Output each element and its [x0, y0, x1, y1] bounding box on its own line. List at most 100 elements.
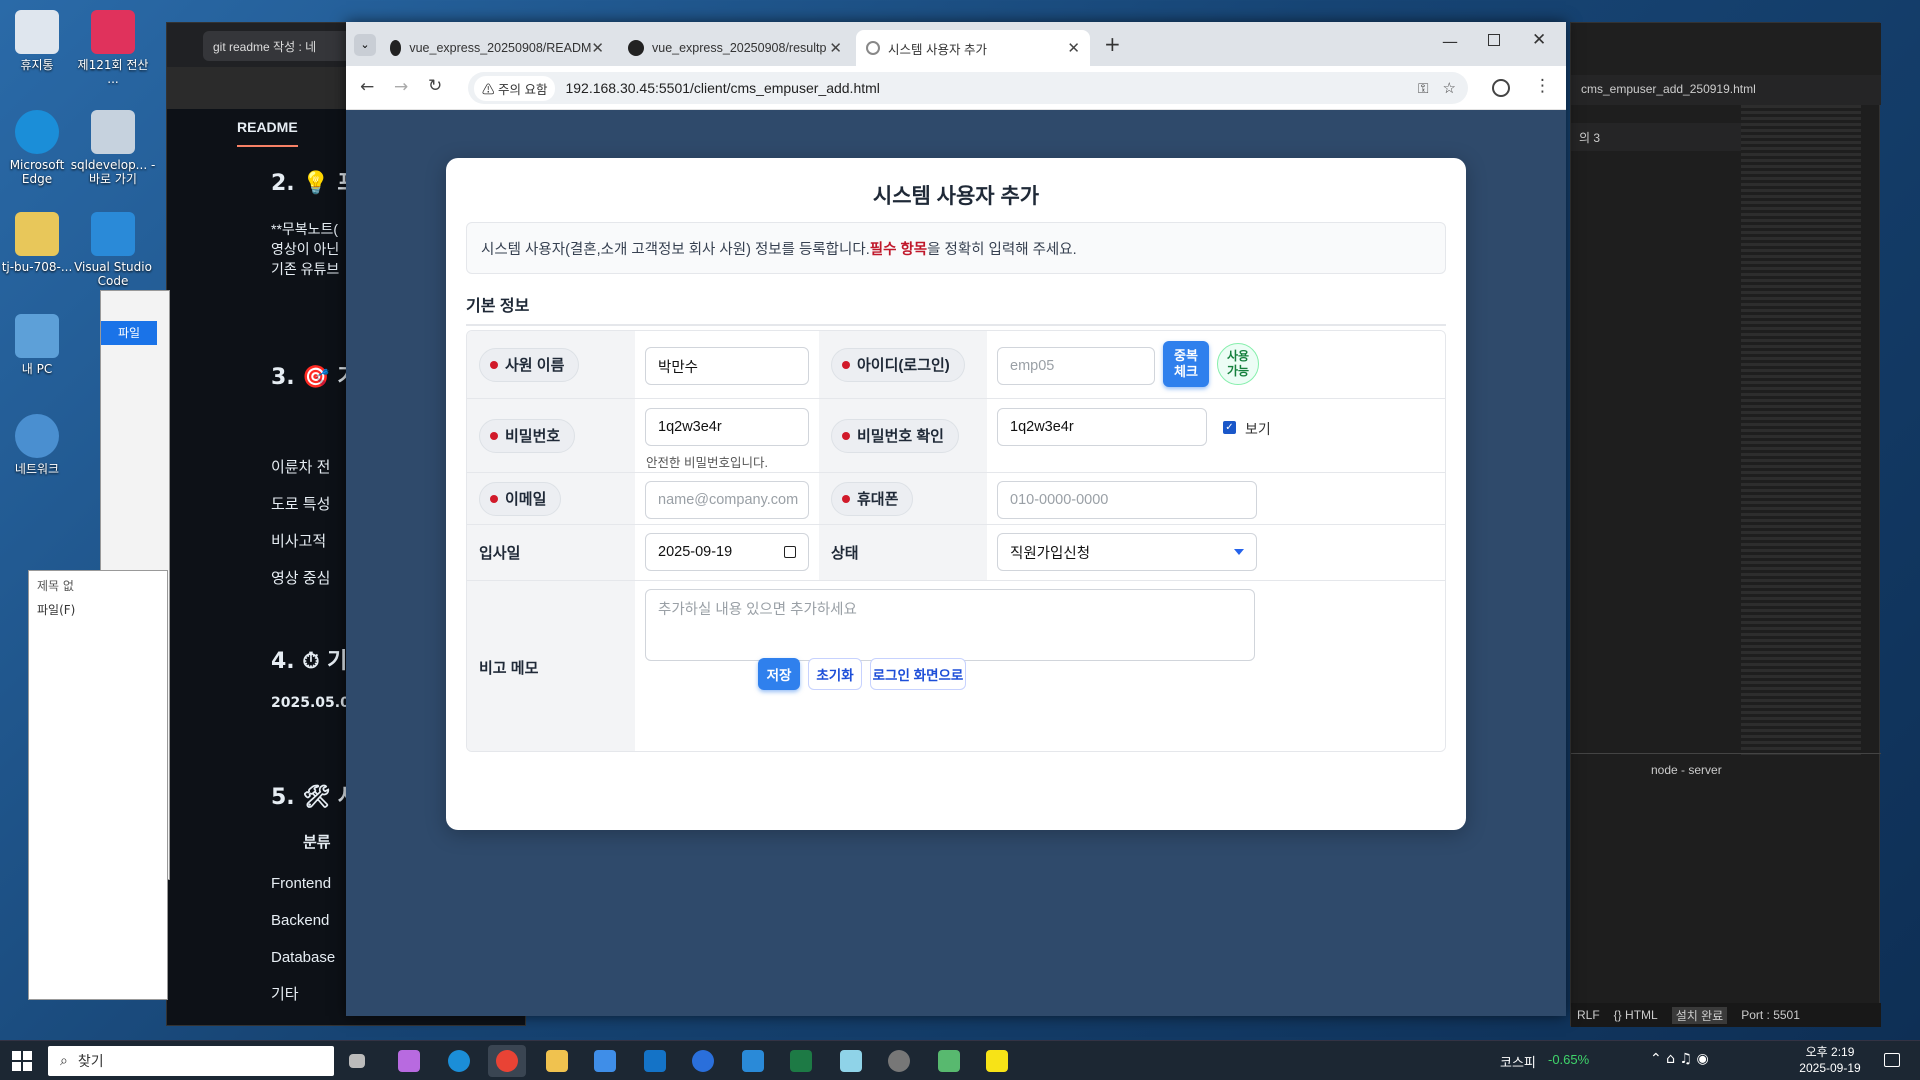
show-password-label[interactable]: 보기 — [1245, 419, 1271, 439]
vscode-file-tab[interactable]: cms_empuser_add_250919.html — [1571, 75, 1881, 105]
readme-heading-2: 2. 💡 프 — [271, 171, 358, 196]
exam-shortcut-icon[interactable]: 제121회 전산 ... — [70, 10, 156, 86]
status-label: 상태 — [819, 525, 987, 581]
required-dot — [842, 431, 850, 440]
close-icon[interactable]: ✕ — [829, 39, 842, 57]
page-viewport: 시스템 사용자 추가 시스템 사용자(결혼,소개 고객정보 회사 사원) 정보를… — [346, 110, 1566, 1016]
windows-start-icon[interactable] — [12, 1051, 32, 1071]
name-label-cell: 사원 이름 — [467, 331, 635, 399]
table-header: 분류 — [303, 833, 331, 851]
tab-system-user-add[interactable]: 시스템 사용자 추가 ✕ — [856, 30, 1090, 66]
required-pill: 이메일 — [479, 481, 562, 516]
network-icon[interactable]: 네트워크 — [0, 414, 80, 476]
readme-tab[interactable]: README — [237, 119, 298, 147]
calendar-icon[interactable] — [784, 546, 796, 558]
new-tab-icon[interactable]: + — [1104, 32, 1121, 56]
password-confirm-input[interactable]: 1q2w3e4r — [997, 408, 1207, 446]
reset-button[interactable]: 초기화 — [808, 658, 862, 690]
close-icon[interactable]: ✕ — [1067, 39, 1080, 57]
maximize-icon[interactable] — [1488, 34, 1500, 46]
taskbar-search[interactable]: ⌕ 찾기 — [48, 1046, 334, 1076]
browser-toolbar: ← → ↻ ⚠ 주의 요함 192.168.30.45:5501/client/… — [346, 66, 1566, 110]
show-password-checkbox[interactable]: ✓ — [1223, 421, 1236, 434]
chrome-taskbar-icon[interactable] — [488, 1045, 526, 1077]
minimize-icon[interactable]: — — [1442, 32, 1458, 51]
readme-table: Frontend Backend Database 기타 — [271, 875, 336, 1003]
clock-taskbar-icon[interactable] — [880, 1045, 918, 1077]
recycle-bin-icon[interactable]: 휴지통 — [0, 10, 80, 72]
id-label-cell: 아이디(로그인) — [819, 331, 987, 399]
chevron-down-icon — [1234, 549, 1244, 555]
clock[interactable]: 오후 2:19 2025-09-19 — [1790, 1044, 1870, 1076]
media-taskbar-icon[interactable] — [930, 1045, 968, 1077]
profile-icon[interactable] — [1492, 79, 1510, 97]
file-menu-tab[interactable]: 파일 — [101, 321, 157, 345]
edge-taskbar-icon[interactable] — [440, 1045, 478, 1077]
app-taskbar-icon[interactable] — [684, 1045, 722, 1077]
my-pc-icon[interactable]: 내 PC — [0, 314, 80, 376]
required-dot — [842, 494, 850, 503]
kakaotalk-taskbar-icon[interactable] — [978, 1045, 1016, 1077]
join-date-input[interactable]: 2025-09-19 — [645, 533, 809, 571]
excel-taskbar-icon[interactable] — [782, 1045, 820, 1077]
phone-label-cell: 휴대폰 — [819, 473, 987, 525]
tab-search-icon[interactable]: ⌄ — [354, 34, 376, 56]
task-view-icon[interactable] — [338, 1045, 376, 1077]
required-dot — [842, 360, 850, 369]
security-chip[interactable]: ⚠ 주의 요함 — [474, 75, 556, 101]
page-title: 시스템 사용자 추가 — [872, 185, 1040, 208]
notepad-taskbar-icon[interactable] — [832, 1045, 870, 1077]
pw-label-cell: 비밀번호 — [467, 399, 635, 473]
notification-icon[interactable] — [1884, 1053, 1900, 1067]
window-close-icon[interactable]: ✕ — [1532, 30, 1546, 50]
email-input[interactable]: name@company.com — [645, 481, 809, 519]
kospi-label[interactable]: 코스피 — [1500, 1052, 1536, 1071]
menu-icon[interactable]: ⋮ — [1534, 76, 1551, 96]
duplicate-check-button[interactable]: 중복 체크 — [1163, 341, 1209, 387]
tab-strip: ⌄ vue_express_20250908/READM ✕ vue_expre… — [346, 22, 1566, 66]
phone-input[interactable]: 010-0000-0000 — [997, 481, 1257, 519]
store-taskbar-icon[interactable] — [586, 1045, 624, 1077]
find-widget[interactable]: 의 3 — [1571, 123, 1751, 151]
explorer-taskbar-icon[interactable] — [538, 1045, 576, 1077]
to-login-button[interactable]: 로그인 화면으로 — [870, 658, 966, 690]
status-select[interactable]: 직원가입신청 — [997, 533, 1257, 571]
minimap[interactable] — [1741, 105, 1861, 755]
copilot-icon[interactable] — [390, 1045, 428, 1077]
login-id-input[interactable]: emp05 — [997, 347, 1155, 385]
save-button[interactable]: 저장 — [758, 658, 800, 690]
github-icon — [628, 40, 644, 56]
reload-icon[interactable]: ↻ — [428, 76, 442, 96]
tab-git-readme[interactable]: git readme 작성 : 네 — [203, 31, 363, 61]
password-input[interactable]: 1q2w3e4r — [645, 408, 809, 446]
notepad-menu[interactable]: 파일(F) — [37, 601, 75, 618]
vscode-taskbar-icon[interactable] — [734, 1045, 772, 1077]
key-icon[interactable]: ⚿ — [1418, 80, 1429, 97]
tab-resultpage[interactable]: vue_express_20250908/resultp ✕ — [618, 30, 852, 66]
github-icon — [390, 40, 402, 56]
address-bar[interactable]: ⚠ 주의 요함 192.168.30.45:5501/client/cms_em… — [468, 72, 1468, 104]
chrome-window[interactable]: ⌄ vue_express_20250908/READM ✕ vue_expre… — [346, 22, 1566, 1016]
tray-icons[interactable]: ⌃ ⌂ ♫ ◉ — [1650, 1051, 1709, 1067]
back-icon[interactable]: ← — [360, 77, 374, 97]
globe-icon — [866, 41, 880, 55]
edge-icon[interactable]: Microsoft Edge — [0, 110, 80, 186]
url-text[interactable]: 192.168.30.45:5501/client/cms_empuser_ad… — [565, 80, 879, 96]
sqldeveloper-icon[interactable]: sqldevelop... - 바로 가기 — [70, 110, 156, 186]
vscode-statusbar: RLF {} HTML 설치 완료 Port : 5501 — [1571, 1003, 1881, 1027]
close-icon[interactable]: ✕ — [591, 39, 604, 57]
tab-readme[interactable]: vue_express_20250908/READM ✕ — [380, 30, 614, 66]
name-input[interactable]: 박만수 — [645, 347, 809, 385]
memo-textarea[interactable]: 추가하실 내용 있으면 추가하세요 — [645, 589, 1255, 661]
bookmark-star-icon[interactable]: ☆ — [1443, 79, 1456, 97]
terminal-label[interactable]: node - server — [1651, 763, 1722, 777]
vscode-window[interactable]: cms_empuser_add_250919.html 의 3 node - s… — [1570, 22, 1881, 1027]
user-folder-icon[interactable]: tj-bu-708-... — [0, 212, 80, 274]
pw-confirm-label-cell: 비밀번호 확인 — [819, 399, 987, 473]
forward-icon[interactable]: → — [394, 77, 408, 97]
outlook-taskbar-icon[interactable] — [636, 1045, 674, 1077]
required-dot — [490, 360, 498, 369]
notepad-window[interactable]: 제목 없 파일(F) — [28, 570, 168, 1000]
required-pill: 사원 이름 — [479, 347, 580, 382]
vscode-icon[interactable]: Visual Studio Code — [70, 212, 156, 288]
